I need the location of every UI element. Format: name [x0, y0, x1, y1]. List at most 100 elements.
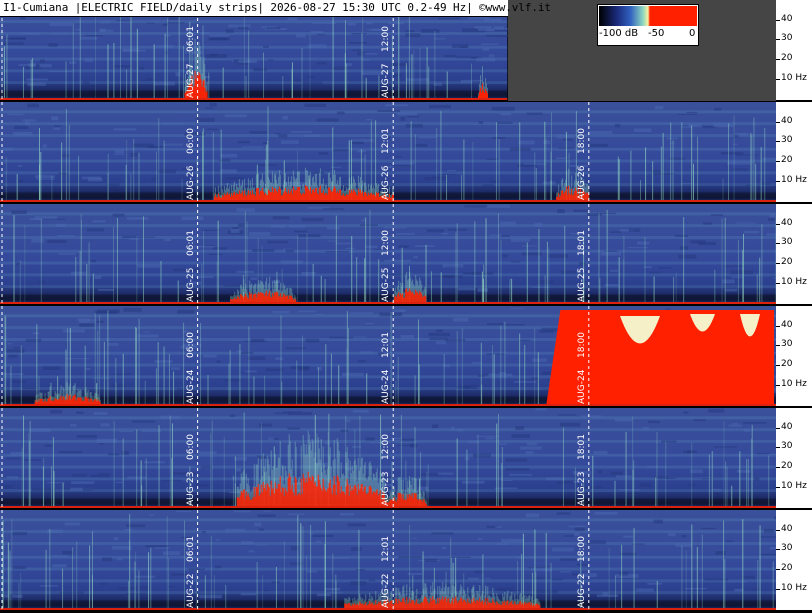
y-tick-mark	[776, 161, 780, 163]
y-tick-mark	[776, 427, 780, 429]
y-tick-label: 10 Hz	[781, 72, 807, 83]
y-tick-label: 10 Hz	[781, 480, 807, 491]
strip-aug-24: 06:00 AUG-24 12:01 AUG-24 18:00 AUG-24 40 30 20 1…	[0, 306, 812, 406]
y-tick-mark	[776, 549, 780, 551]
time-label: 12:00	[381, 230, 392, 256]
y-tick-label: 40	[781, 319, 793, 330]
y-tick-label: 40	[781, 13, 793, 24]
y-tick-mark	[776, 223, 780, 225]
strip-aug-23: 06:00 AUG-23 12:00 AUG-23 18:01 AUG-23 40 30 20 1…	[0, 408, 812, 508]
time-label: 18:00	[576, 536, 587, 562]
date-label: AUG-23	[576, 471, 587, 506]
time-label: 18:00	[576, 332, 587, 358]
y-tick-label: 20	[781, 155, 793, 166]
baseline-trace	[0, 98, 508, 100]
y-tick-mark	[776, 19, 780, 21]
time-label: 06:00	[185, 128, 196, 154]
strip-aug-25: 06:01 AUG-25 12:00 AUG-25 18:01 AUG-25 40 30 20 1…	[0, 204, 812, 304]
date-label: AUG-22	[381, 573, 392, 608]
time-label: 18:01	[576, 230, 587, 256]
strip-aug-26: 06:00 AUG-26 12:01 AUG-26 18:00 AUG-26 40 30 20 1…	[0, 102, 812, 202]
y-tick-label: 10 Hz	[781, 276, 807, 287]
y-tick-mark	[776, 121, 780, 123]
y-tick-label: 30	[781, 543, 793, 554]
title-bar: I1-Cumiana |ELECTRIC FIELD/daily strips|…	[0, 0, 551, 17]
y-tick-label: 30	[781, 237, 793, 248]
y-tick-mark	[776, 141, 780, 143]
date-label: AUG-24	[185, 369, 196, 404]
y-tick-label: 10 Hz	[781, 582, 807, 593]
y-tick-label: 40	[781, 523, 793, 534]
baseline-trace	[0, 404, 776, 406]
y-tick-mark	[776, 59, 780, 61]
time-label: 12:00	[381, 26, 392, 52]
baseline-trace	[0, 608, 776, 610]
date-label: AUG-24	[381, 369, 392, 404]
y-tick-mark	[776, 365, 780, 367]
y-tick-mark	[776, 486, 780, 488]
y-tick-mark	[776, 325, 780, 327]
y-tick-label: 20	[781, 461, 793, 472]
y-tick-label: 30	[781, 441, 793, 452]
time-label: 06:00	[185, 332, 196, 358]
time-label: 12:01	[381, 332, 392, 358]
baseline-trace	[0, 302, 776, 304]
y-tick-label: 20	[781, 53, 793, 64]
y-tick-mark	[776, 345, 780, 347]
time-label: 12:00	[381, 434, 392, 460]
y-tick-label: 20	[781, 257, 793, 268]
legend-tick-max: 0	[689, 28, 696, 39]
baseline-trace	[0, 200, 776, 202]
y-tick-mark	[776, 243, 780, 245]
y-tick-label: 10 Hz	[781, 378, 807, 389]
frequency-axis: 40 30 20 10 Hz	[776, 510, 812, 610]
date-label: AUG-27	[185, 63, 196, 98]
frequency-axis: 40 30 20 10 Hz	[776, 204, 812, 304]
date-label: AUG-25	[381, 267, 392, 302]
y-tick-label: 40	[781, 115, 793, 126]
frequency-axis: 40 30 20 10 Hz	[776, 306, 812, 406]
time-label: 06:01	[185, 26, 196, 52]
color-scale-legend: -100 dB -50 0	[597, 4, 699, 46]
y-tick-mark	[776, 588, 780, 590]
date-label: AUG-26	[185, 165, 196, 200]
y-tick-mark	[776, 263, 780, 265]
y-tick-label: 30	[781, 135, 793, 146]
time-label: 06:01	[185, 230, 196, 256]
date-label: AUG-25	[185, 267, 196, 302]
y-tick-label: 30	[781, 339, 793, 350]
date-label: AUG-23	[185, 471, 196, 506]
y-tick-mark	[776, 384, 780, 386]
y-tick-mark	[776, 569, 780, 571]
y-tick-label: 10 Hz	[781, 174, 807, 185]
time-label: 18:00	[576, 128, 587, 154]
date-label: AUG-22	[185, 573, 196, 608]
legend-tick-mid: -50	[648, 28, 665, 39]
date-label: AUG-27	[381, 63, 392, 98]
y-tick-label: 40	[781, 421, 793, 432]
date-label: AUG-25	[576, 267, 587, 302]
y-tick-mark	[776, 78, 780, 80]
frequency-axis: 40 30 20 10 Hz	[776, 102, 812, 202]
date-label: AUG-24	[576, 369, 587, 404]
y-tick-label: 40	[781, 217, 793, 228]
y-tick-label: 20	[781, 563, 793, 574]
y-tick-mark	[776, 529, 780, 531]
time-label: 12:01	[381, 128, 392, 154]
y-tick-mark	[776, 180, 780, 182]
y-tick-mark	[776, 39, 780, 41]
time-label: 06:01	[185, 536, 196, 562]
y-tick-label: 30	[781, 33, 793, 44]
frequency-axis: 40 30 20 10 Hz	[776, 0, 812, 100]
strip-aug-22: 06:01 AUG-22 12:01 AUG-22 18:00 AUG-22 40 30 20 1…	[0, 510, 812, 610]
date-label: AUG-23	[381, 471, 392, 506]
time-label: 06:00	[185, 434, 196, 460]
y-tick-mark	[776, 282, 780, 284]
frequency-axis: 40 30 20 10 Hz	[776, 408, 812, 508]
y-tick-label: 20	[781, 359, 793, 370]
date-label: AUG-26	[381, 165, 392, 200]
page-title: I1-Cumiana |ELECTRIC FIELD/daily strips|…	[3, 1, 551, 14]
time-label: 12:01	[381, 536, 392, 562]
baseline-trace	[0, 506, 776, 508]
y-tick-mark	[776, 467, 780, 469]
